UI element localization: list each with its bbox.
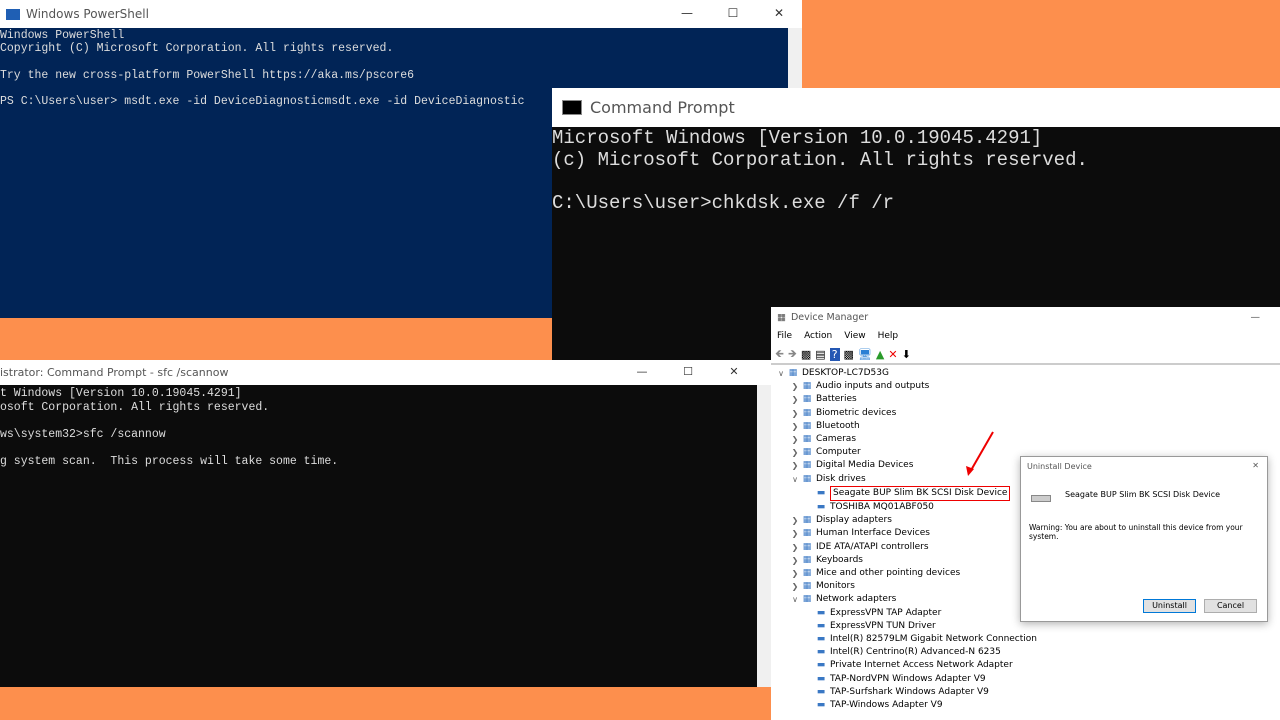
arrow-to-device (969, 431, 994, 473)
uninstall-device-dialog: Uninstall Device ✕ Seagate BUP Slim BK S… (1020, 456, 1268, 622)
close-icon[interactable]: ✕ (1252, 461, 1259, 470)
uninstall-button[interactable]: Uninstall (1143, 599, 1196, 613)
dialog-title: Uninstall Device (1027, 462, 1092, 471)
warning-text: Warning: You are about to uninstall this… (1029, 523, 1243, 541)
cancel-button[interactable]: Cancel (1204, 599, 1257, 613)
device-name: Seagate BUP Slim BK SCSI Disk Device (1065, 490, 1221, 499)
disk-icon (1031, 495, 1051, 502)
